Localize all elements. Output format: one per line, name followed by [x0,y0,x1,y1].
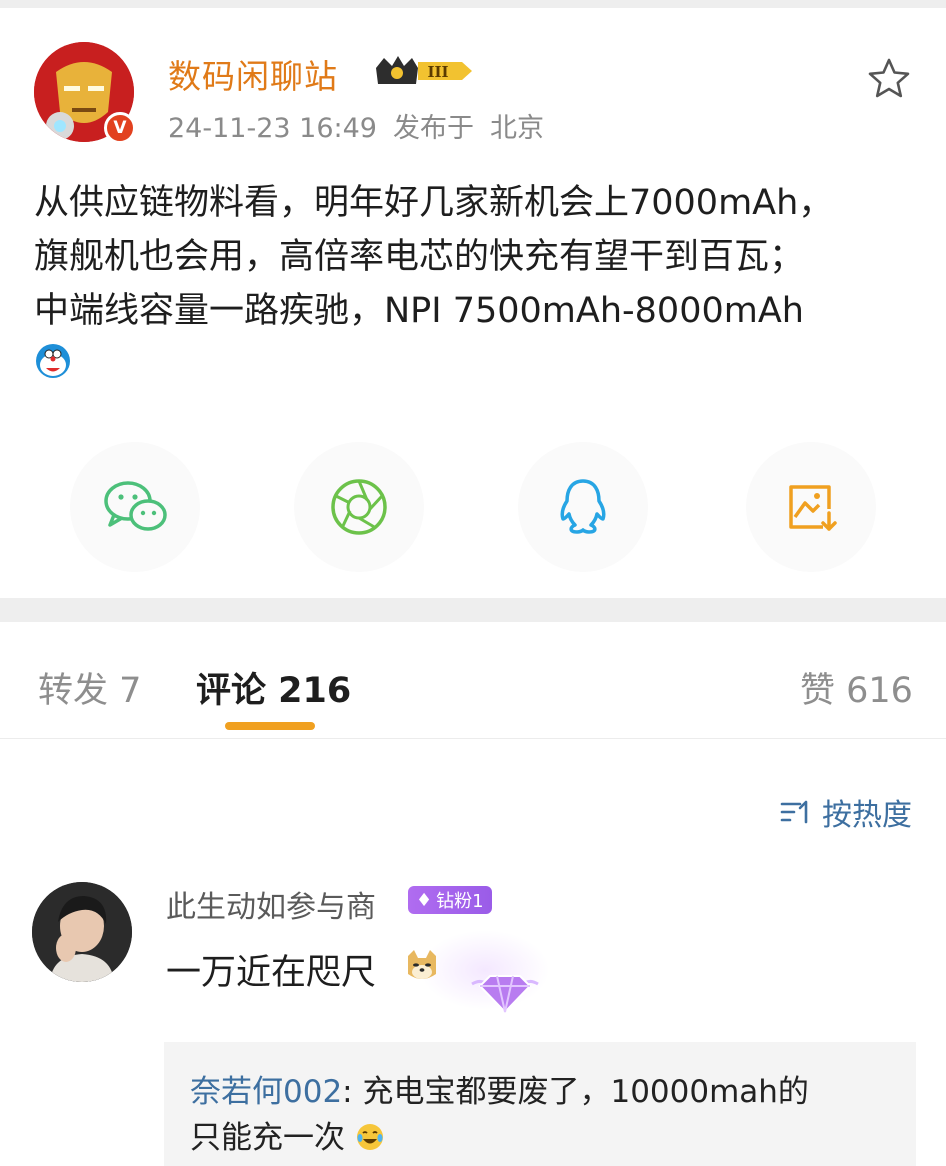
level-badge: III [374,54,474,88]
reply-text-cont: 只能充一次 [190,1120,345,1156]
post-meta: 24-11-23 16:49 发布于 北京 [168,106,560,145]
location-prefix: 发布于 [392,113,474,144]
doge-emoji-icon [408,950,436,979]
tab-bar: 转发 7 评论 216 赞 616 [0,622,946,739]
post-line: 旗舰机也会用，高倍率电芯的快充有望干到百瓦； [34,237,805,277]
tab-repost[interactable]: 转发 7 [38,662,141,713]
qq-icon [560,479,606,534]
comment-text: 一万近在咫尺 [166,953,377,993]
author-name[interactable]: 数码闲聊站 [168,50,338,98]
doraemon-emoji-icon [36,344,70,378]
commenter-avatar[interactable] [32,882,132,982]
wechat-icon [104,481,167,531]
diamond-icon: ♦ [416,889,433,911]
share-wechat-button[interactable] [70,442,200,572]
svg-text:III: III [427,63,448,81]
post-timestamp: 24-11-23 16:49 [168,113,377,144]
laugh-cry-emoji-icon [356,1124,383,1150]
post-line: 从供应链物料看，明年好几家新机会上7000mAh， [34,183,834,223]
sort-icon [780,800,808,824]
fan-badge-label: 钻粉1 [436,891,484,912]
post-line: 中端线容量一路疾驰，NPI 7500mAh-8000mAh [34,291,804,331]
post-text: 从供应链物料看，明年好几家新机会上7000mAh， 旗舰机也会用，高倍率电芯的快… [34,176,924,338]
reply-line-2: 只能充一次 [190,1112,385,1157]
reply-username[interactable]: 奈若何002 [190,1074,342,1110]
verified-badge-icon: V [104,112,136,144]
reply-text: : 充电宝都要废了，10000mah的 [342,1074,809,1110]
tab-likes[interactable]: 赞 616 [800,662,913,713]
share-qq-button[interactable] [518,442,648,572]
commenter-name[interactable]: 此生动如参与商 [166,882,376,926]
sort-label: 按热度 [822,798,912,833]
share-moments-button[interactable] [294,442,424,572]
moments-icon [331,479,387,535]
tab-comments[interactable]: 评论 216 [196,662,351,713]
save-image-icon [789,485,837,531]
fan-badge: ♦ 钻粉1 [408,886,492,914]
reply-line-1: 奈若何002: 充电宝都要废了，10000mah的 [190,1066,809,1111]
sort-by-hot-button[interactable]: 按热度 [780,790,912,834]
section-divider [0,598,946,622]
active-tab-indicator [225,722,315,730]
post-location: 北京 [489,113,544,144]
favorite-star-icon[interactable] [866,56,912,102]
top-divider [0,0,946,8]
save-image-button[interactable] [746,442,876,572]
diamond-fan-decoration-icon [471,975,539,1014]
